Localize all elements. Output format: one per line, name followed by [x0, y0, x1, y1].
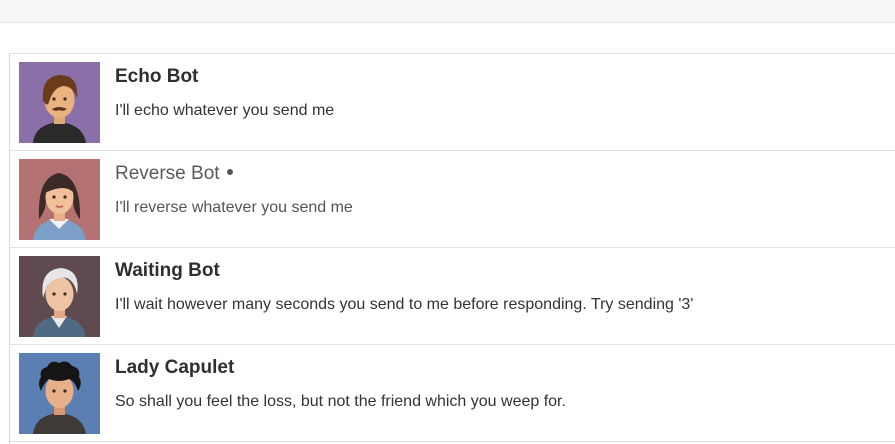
old-man-avatar: [19, 256, 100, 337]
curly-hair-avatar: [19, 353, 100, 434]
conversation-last-message: I'll wait however many seconds you send …: [115, 296, 694, 313]
conversation-item-lady-capulet[interactable]: Lady Capulet So shall you feel the loss,…: [10, 345, 895, 442]
conversation-list: Echo Bot I'll echo whatever you send me …: [9, 53, 895, 444]
unread-dot-icon: [226, 168, 233, 175]
man-with-mustache-avatar: [19, 62, 100, 143]
conversation-name-text: Echo Bot: [115, 66, 199, 87]
conversation-name: Echo Bot: [115, 66, 198, 88]
conversation-name: Lady Capulet: [115, 357, 234, 379]
conversation-last-message: So shall you feel the loss, but not the …: [115, 393, 566, 410]
conversation-last-message: I'll reverse whatever you send me: [115, 199, 353, 216]
conversation-name: Waiting Bot: [115, 260, 220, 282]
conversation-name-text: Reverse Bot: [115, 163, 220, 184]
conversation-name: Reverse Bot: [115, 163, 233, 185]
conversation-item-waiting-bot[interactable]: Waiting Bot I'll wait however many secon…: [10, 248, 895, 345]
conversation-name-text: Lady Capulet: [115, 357, 235, 378]
top-bar: [0, 0, 895, 23]
conversation-name-text: Waiting Bot: [115, 260, 220, 281]
conversation-last-message: I'll echo whatever you send me: [115, 102, 335, 119]
conversation-item-echo-bot[interactable]: Echo Bot I'll echo whatever you send me: [10, 54, 895, 151]
woman-avatar: [19, 159, 100, 240]
conversation-item-reverse-bot[interactable]: Reverse Bot I'll reverse whatever you se…: [10, 151, 895, 248]
